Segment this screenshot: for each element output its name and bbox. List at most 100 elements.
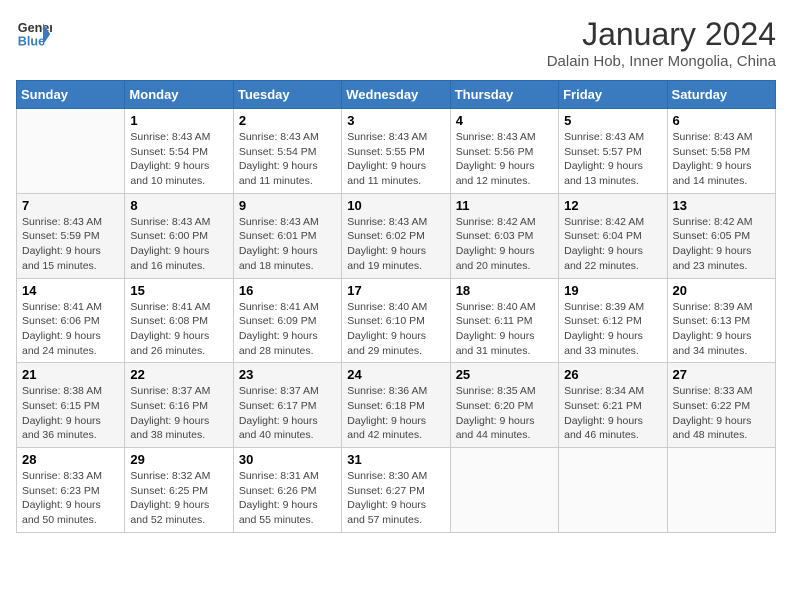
day-info: Sunrise: 8:39 AM Sunset: 6:13 PM Dayligh… bbox=[673, 300, 770, 359]
day-info: Sunrise: 8:40 AM Sunset: 6:10 PM Dayligh… bbox=[347, 300, 444, 359]
header: General Blue January 2024 Dalain Hob, In… bbox=[16, 16, 776, 70]
calendar-cell: 11Sunrise: 8:42 AM Sunset: 6:03 PM Dayli… bbox=[450, 193, 558, 278]
subtitle: Dalain Hob, Inner Mongolia, China bbox=[547, 53, 776, 70]
day-number: 22 bbox=[130, 367, 227, 382]
calendar-cell: 5 Sunrise: 8:43 AM Sunset: 5:57 PM Daylig… bbox=[559, 109, 667, 194]
day-number: 30 bbox=[239, 452, 336, 467]
day-info: Sunrise: 8:39 AM Sunset: 6:12 PM Dayligh… bbox=[564, 300, 661, 359]
day-number: 10 bbox=[347, 198, 444, 213]
day-header-saturday: Saturday bbox=[667, 81, 775, 109]
week-row-4: 21 Sunrise: 8:38 AM Sunset: 6:15 PM Dayli… bbox=[17, 363, 776, 448]
calendar-cell: 13 Sunrise: 8:42 AM Sunset: 6:05 PM Dayli… bbox=[667, 193, 775, 278]
day-info: Sunrise: 8:32 AM Sunset: 6:25 PM Dayligh… bbox=[130, 469, 227, 528]
day-info: Sunrise: 8:43 AM Sunset: 5:55 PM Dayligh… bbox=[347, 130, 444, 189]
calendar-cell: 1 Sunrise: 8:43 AM Sunset: 5:54 PM Daylig… bbox=[125, 109, 233, 194]
calendar-cell: 24 Sunrise: 8:36 AM Sunset: 6:18 PM Dayli… bbox=[342, 363, 450, 448]
calendar-cell: 19 Sunrise: 8:39 AM Sunset: 6:12 PM Dayli… bbox=[559, 278, 667, 363]
day-header-tuesday: Tuesday bbox=[233, 81, 341, 109]
day-info: Sunrise: 8:33 AM Sunset: 6:22 PM Dayligh… bbox=[673, 384, 770, 443]
calendar-table: SundayMondayTuesdayWednesdayThursdayFrid… bbox=[16, 80, 776, 533]
day-number: 23 bbox=[239, 367, 336, 382]
calendar-cell: 10 Sunrise: 8:43 AM Sunset: 6:02 PM Dayli… bbox=[342, 193, 450, 278]
day-number: 27 bbox=[673, 367, 770, 382]
day-number: 2 bbox=[239, 113, 336, 128]
day-number: 24 bbox=[347, 367, 444, 382]
day-number: 25 bbox=[456, 367, 553, 382]
day-number: 28 bbox=[22, 452, 119, 467]
day-info: Sunrise: 8:38 AM Sunset: 6:15 PM Dayligh… bbox=[22, 384, 119, 443]
calendar-cell: 7 Sunrise: 8:43 AM Sunset: 5:59 PM Daylig… bbox=[17, 193, 125, 278]
day-info: Sunrise: 8:41 AM Sunset: 6:09 PM Dayligh… bbox=[239, 300, 336, 359]
svg-text:Blue: Blue bbox=[18, 35, 45, 49]
day-info: Sunrise: 8:40 AM Sunset: 6:11 PM Dayligh… bbox=[456, 300, 553, 359]
day-info: Sunrise: 8:42 AM Sunset: 6:05 PM Dayligh… bbox=[673, 215, 770, 274]
day-header-sunday: Sunday bbox=[17, 81, 125, 109]
day-number: 13 bbox=[673, 198, 770, 213]
day-number: 17 bbox=[347, 283, 444, 298]
calendar-cell: 9Sunrise: 8:43 AM Sunset: 6:01 PM Daylig… bbox=[233, 193, 341, 278]
day-number: 5 bbox=[564, 113, 661, 128]
day-header-monday: Monday bbox=[125, 81, 233, 109]
title-area: January 2024 Dalain Hob, Inner Mongolia,… bbox=[547, 16, 776, 70]
calendar-cell: 25 Sunrise: 8:35 AM Sunset: 6:20 PM Dayli… bbox=[450, 363, 558, 448]
calendar-cell bbox=[17, 109, 125, 194]
calendar-cell bbox=[450, 448, 558, 533]
calendar-cell: 6 Sunrise: 8:43 AM Sunset: 5:58 PM Daylig… bbox=[667, 109, 775, 194]
day-number: 19 bbox=[564, 283, 661, 298]
day-number: 7 bbox=[22, 198, 119, 213]
day-info: Sunrise: 8:43 AM Sunset: 5:59 PM Dayligh… bbox=[22, 215, 119, 274]
day-info: Sunrise: 8:43 AM Sunset: 5:56 PM Dayligh… bbox=[456, 130, 553, 189]
day-header-thursday: Thursday bbox=[450, 81, 558, 109]
calendar-cell: 30 Sunrise: 8:31 AM Sunset: 6:26 PM Dayli… bbox=[233, 448, 341, 533]
calendar-cell bbox=[559, 448, 667, 533]
week-row-5: 28 Sunrise: 8:33 AM Sunset: 6:23 PM Dayli… bbox=[17, 448, 776, 533]
calendar-cell: 8Sunrise: 8:43 AM Sunset: 6:00 PM Daylig… bbox=[125, 193, 233, 278]
logo: General Blue bbox=[16, 16, 52, 52]
day-info: Sunrise: 8:37 AM Sunset: 6:17 PM Dayligh… bbox=[239, 384, 336, 443]
day-info: Sunrise: 8:35 AM Sunset: 6:20 PM Dayligh… bbox=[456, 384, 553, 443]
day-number: 31 bbox=[347, 452, 444, 467]
day-number: 14 bbox=[22, 283, 119, 298]
calendar-cell: 2 Sunrise: 8:43 AM Sunset: 5:54 PM Daylig… bbox=[233, 109, 341, 194]
calendar-cell: 14 Sunrise: 8:41 AM Sunset: 6:06 PM Dayli… bbox=[17, 278, 125, 363]
day-info: Sunrise: 8:33 AM Sunset: 6:23 PM Dayligh… bbox=[22, 469, 119, 528]
calendar-cell: 16Sunrise: 8:41 AM Sunset: 6:09 PM Dayli… bbox=[233, 278, 341, 363]
day-header-wednesday: Wednesday bbox=[342, 81, 450, 109]
calendar-cell: 17 Sunrise: 8:40 AM Sunset: 6:10 PM Dayli… bbox=[342, 278, 450, 363]
day-info: Sunrise: 8:43 AM Sunset: 5:54 PM Dayligh… bbox=[130, 130, 227, 189]
day-number: 15 bbox=[130, 283, 227, 298]
day-info: Sunrise: 8:30 AM Sunset: 6:27 PM Dayligh… bbox=[347, 469, 444, 528]
week-row-1: 1 Sunrise: 8:43 AM Sunset: 5:54 PM Daylig… bbox=[17, 109, 776, 194]
day-info: Sunrise: 8:41 AM Sunset: 6:06 PM Dayligh… bbox=[22, 300, 119, 359]
calendar-cell: 3Sunrise: 8:43 AM Sunset: 5:55 PM Daylig… bbox=[342, 109, 450, 194]
day-number: 6 bbox=[673, 113, 770, 128]
day-info: Sunrise: 8:43 AM Sunset: 5:58 PM Dayligh… bbox=[673, 130, 770, 189]
day-number: 21 bbox=[22, 367, 119, 382]
day-info: Sunrise: 8:43 AM Sunset: 6:02 PM Dayligh… bbox=[347, 215, 444, 274]
day-number: 18 bbox=[456, 283, 553, 298]
day-number: 29 bbox=[130, 452, 227, 467]
day-number: 9 bbox=[239, 198, 336, 213]
day-info: Sunrise: 8:41 AM Sunset: 6:08 PM Dayligh… bbox=[130, 300, 227, 359]
calendar-cell: 31 Sunrise: 8:30 AM Sunset: 6:27 PM Dayli… bbox=[342, 448, 450, 533]
calendar-cell: 26Sunrise: 8:34 AM Sunset: 6:21 PM Dayli… bbox=[559, 363, 667, 448]
day-info: Sunrise: 8:36 AM Sunset: 6:18 PM Dayligh… bbox=[347, 384, 444, 443]
logo-icon: General Blue bbox=[16, 16, 52, 52]
calendar-cell: 4Sunrise: 8:43 AM Sunset: 5:56 PM Daylig… bbox=[450, 109, 558, 194]
calendar-cell: 21 Sunrise: 8:38 AM Sunset: 6:15 PM Dayli… bbox=[17, 363, 125, 448]
calendar-cell: 12 Sunrise: 8:42 AM Sunset: 6:04 PM Dayli… bbox=[559, 193, 667, 278]
week-row-3: 14 Sunrise: 8:41 AM Sunset: 6:06 PM Dayli… bbox=[17, 278, 776, 363]
day-info: Sunrise: 8:43 AM Sunset: 5:57 PM Dayligh… bbox=[564, 130, 661, 189]
day-info: Sunrise: 8:31 AM Sunset: 6:26 PM Dayligh… bbox=[239, 469, 336, 528]
day-number: 1 bbox=[130, 113, 227, 128]
week-row-2: 7 Sunrise: 8:43 AM Sunset: 5:59 PM Daylig… bbox=[17, 193, 776, 278]
day-number: 12 bbox=[564, 198, 661, 213]
day-info: Sunrise: 8:37 AM Sunset: 6:16 PM Dayligh… bbox=[130, 384, 227, 443]
calendar-cell: 15 Sunrise: 8:41 AM Sunset: 6:08 PM Dayli… bbox=[125, 278, 233, 363]
calendar-cell: 29 Sunrise: 8:32 AM Sunset: 6:25 PM Dayli… bbox=[125, 448, 233, 533]
day-info: Sunrise: 8:42 AM Sunset: 6:04 PM Dayligh… bbox=[564, 215, 661, 274]
calendar-cell: 18 Sunrise: 8:40 AM Sunset: 6:11 PM Dayli… bbox=[450, 278, 558, 363]
day-info: Sunrise: 8:43 AM Sunset: 6:00 PM Dayligh… bbox=[130, 215, 227, 274]
day-info: Sunrise: 8:43 AM Sunset: 5:54 PM Dayligh… bbox=[239, 130, 336, 189]
main-title: January 2024 bbox=[547, 16, 776, 53]
